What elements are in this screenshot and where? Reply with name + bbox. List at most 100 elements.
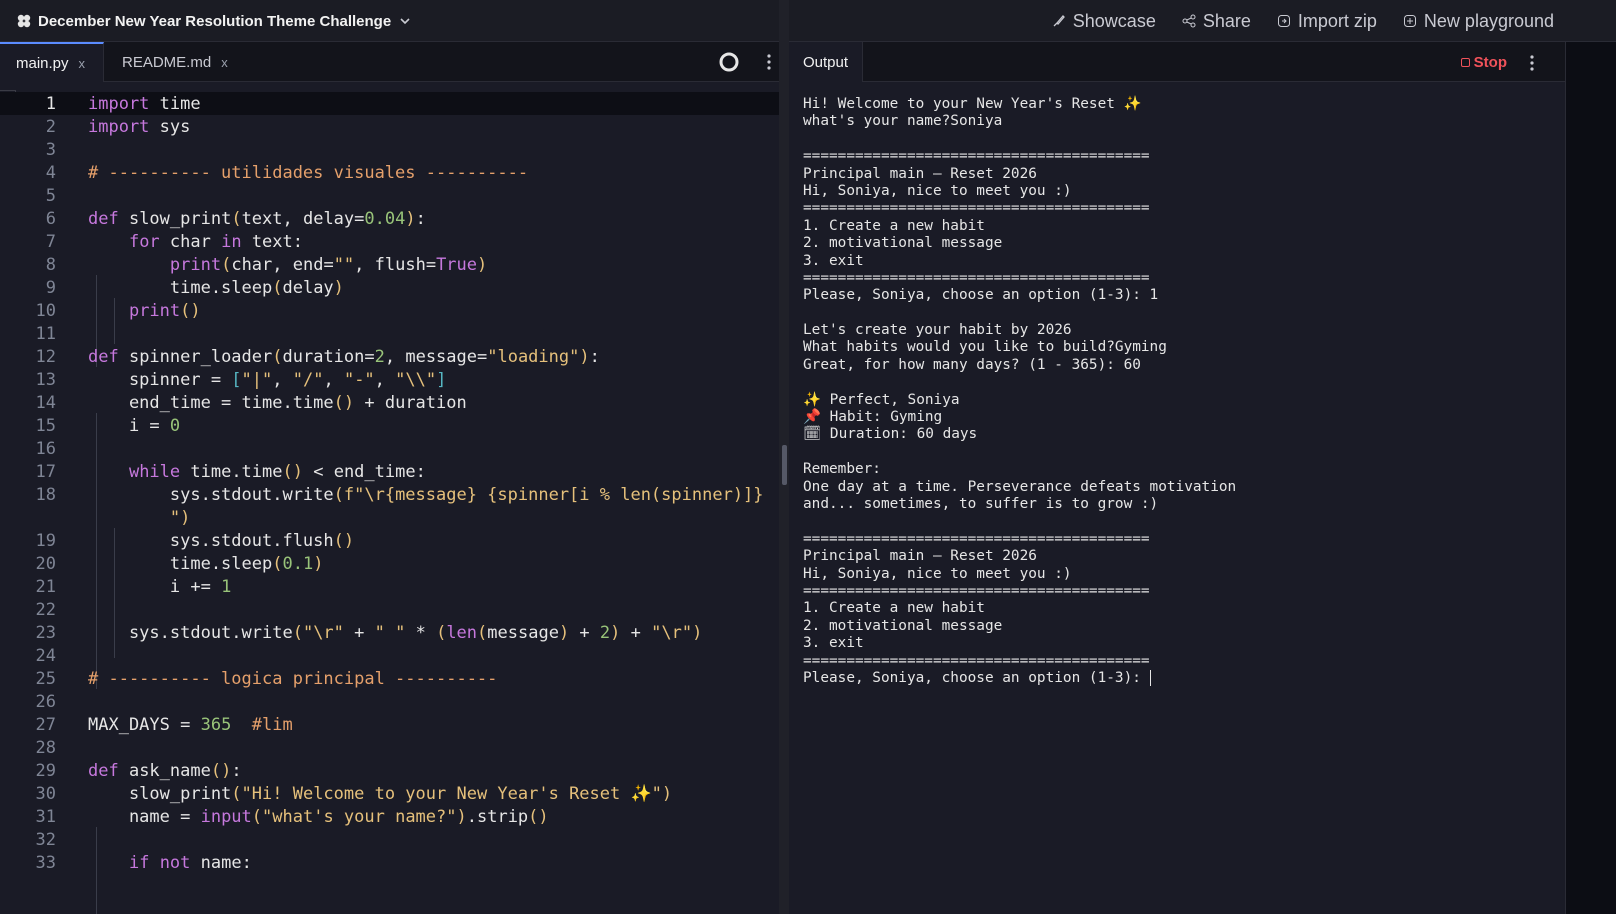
output-line: One day at a time. Perseverance defeats … [803,478,1237,495]
code-text: time.sleep(0.1) [88,553,324,574]
code-line[interactable]: 17 while time.time() < end_time: [0,460,782,483]
output-line: 2. motivational message [803,235,1003,252]
code-line[interactable]: 33 if not name: [0,851,782,874]
code-line[interactable]: 23 sys.stdout.write("\r" + " " * (len(me… [0,621,782,644]
output-line: 2. motivational message [803,617,1003,634]
code-line[interactable]: 10 print() [0,299,782,322]
code-text: # ---------- utilidades visuales -------… [88,162,529,183]
close-icon[interactable]: x [79,56,86,71]
code-line[interactable]: 25 # ---------- logica principal --------… [0,667,782,690]
code-line[interactable]: 2 import sys [0,115,782,138]
output-line: Hi! Welcome to your New Year's Reset ✨ [803,96,1142,112]
output-line: What habits would you like to build?Gymi… [803,339,1167,356]
output-line: Great, for how many days? (1 - 365): 60 [803,356,1141,373]
code-text: # ---------- logica principal ---------- [88,668,498,689]
code-line[interactable]: 18 sys.stdout.write(f"\r{message} {spinn… [0,483,782,506]
more-options-icon[interactable] [766,53,772,71]
code-line[interactable]: 24 [0,644,782,667]
code-line[interactable]: 22 [0,598,782,621]
code-line[interactable]: 19 sys.stdout.flush() [0,529,782,552]
stop-button[interactable]: Stop [1460,42,1507,82]
code-line[interactable]: 27 MAX_DAYS = 365 #lim [0,713,782,736]
line-number: 26 [35,691,56,712]
code-line[interactable]: 3 [0,138,782,161]
code-line[interactable]: 11 [0,322,782,345]
code-text: import time [88,93,201,114]
output-line: ======================================== [803,652,1150,669]
code-text: while time.time() < end_time: [128,461,426,482]
tab-output[interactable]: Output [789,42,864,82]
line-number: 9 [45,277,56,298]
code-line[interactable]: 1 import time [0,92,782,115]
code-line[interactable]: 14 end_time = time.time() + duration [0,391,782,414]
code-line[interactable]: 20 time.sleep(0.1) [0,552,782,575]
code-line[interactable]: 8 print(char, end="", flush=True) [0,253,782,276]
code-line[interactable]: 31 name = input("what's your name?").str… [0,805,782,828]
output-line: 3. exit [803,252,864,269]
terminal-output[interactable]: Hi! Welcome to your New Year's Reset ✨ wh… [803,96,1553,687]
output-line: 3. exit [803,635,864,652]
tab-readme-md[interactable]: README.md x [106,42,244,82]
output-more-options-icon[interactable] [1529,54,1535,72]
showcase-button[interactable]: Showcase [1052,11,1156,32]
code-line[interactable]: 32 [0,828,782,851]
line-number: 6 [45,208,56,229]
code-text: end_time = time.time() + duration [88,392,467,413]
code-line[interactable]: 26 [0,690,782,713]
line-number: 8 [45,254,56,275]
code-line[interactable]: 13 spinner = ["|", "/", "-", "\\"] [0,368,782,391]
line-number: 24 [35,645,56,666]
code-line[interactable]: 21 i += 1 [0,575,782,598]
project-title-dropdown[interactable]: December New Year Resolution Theme Chall… [16,0,411,42]
output-line: ======================================== [803,530,1150,547]
code-area[interactable]: 1 import time 2 import sys 3 4 # ---------- ut… [0,82,784,914]
loading-ring-icon [719,52,739,72]
code-line[interactable]: 6 def slow_print(text, delay=0.04): [0,207,782,230]
code-text: slow_print("Hi! Welcome to your New Year… [88,783,673,804]
close-icon[interactable]: x [221,55,228,70]
output-line: 1. Create a new habit [803,217,985,234]
top-bar: December New Year Resolution Theme Chall… [0,0,1616,42]
new-playground-button[interactable]: New playground [1403,11,1554,32]
stop-icon [1460,57,1470,67]
line-number: 25 [35,668,56,689]
import-zip-button[interactable]: Import zip [1277,11,1377,32]
code-line[interactable]: 4 # ---------- utilidades visuales ------… [0,161,782,184]
editor-scrollbar[interactable] [779,0,789,914]
output-tab-bar: Output Stop [789,42,1565,82]
import-icon [1277,15,1290,27]
code-line[interactable]: 16 [0,437,782,460]
output-line: 🗓 Duration: 60 days [803,426,978,443]
chevron-down-icon [400,18,410,25]
output-line: Hi, Soniya, nice to meet you :) [803,182,1072,199]
output-line: ======================================== [803,148,1150,165]
code-line[interactable]: 30 slow_print("Hi! Welcome to your New Y… [0,782,782,805]
code-line[interactable]: 12 def spinner_loader(duration=2, message… [0,345,782,368]
output-line: ======================================== [803,269,1150,286]
code-line[interactable]: 15 i = 0 [0,414,782,437]
line-number: 4 [45,162,56,183]
output-line: Let's create your habit by 2026 [803,322,1072,339]
code-line[interactable]: 28 [0,736,782,759]
code-text: def slow_print(text, delay=0.04): [88,208,426,229]
line-number: 17 [35,461,56,482]
line-number: 10 [35,300,56,321]
code-line[interactable]: 9 time.sleep(delay) [0,276,782,299]
scrollbar-thumb[interactable] [782,445,787,485]
code-line[interactable]: 5 [0,184,782,207]
brush-icon [1053,15,1065,27]
tab-main-py[interactable]: main.py x [0,42,104,82]
line-number: 21 [35,576,56,597]
new-playground-label: New playground [1423,10,1554,31]
share-button[interactable]: Share [1182,11,1251,32]
code-line[interactable]: 7 for char in text: [0,230,782,253]
output-line: Remember: [803,461,881,478]
code-line[interactable]: 29 def ask_name(): [0,759,782,782]
line-number: 7 [45,231,56,252]
project-title: December New Year Resolution Theme Chall… [38,12,392,30]
code-line[interactable]: ") [0,506,782,529]
line-number: 32 [35,829,56,850]
